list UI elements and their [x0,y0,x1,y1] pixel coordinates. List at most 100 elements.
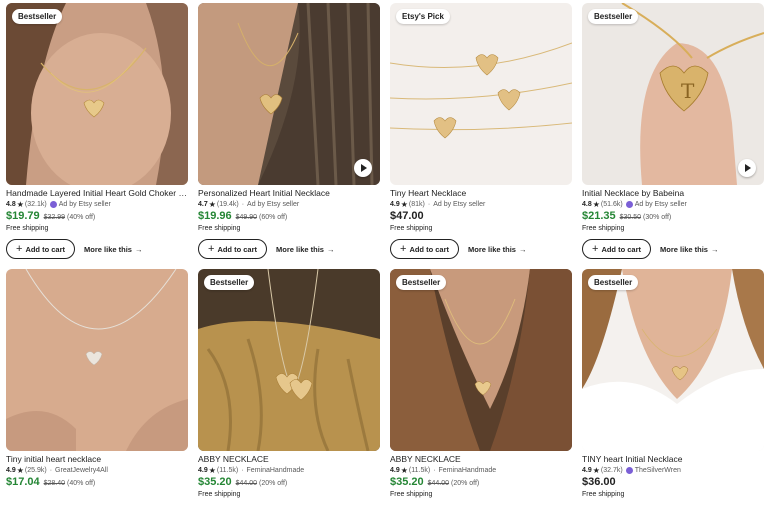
separator: · [241,467,244,474]
more-like-this-link[interactable]: More like this → [84,245,142,254]
sale-price: $17.04 [6,476,40,488]
add-to-cart-label: Add to cart [409,244,450,254]
review-count: (11.5k) [216,467,239,474]
arrow-right-icon: → [518,244,527,254]
rating-value: 4.9 [198,467,208,474]
etsys-pick-badge: Etsy's Pick [396,9,450,24]
product-title[interactable]: Tiny initial heart necklace [6,454,188,465]
rating-row: 4.9 ★ (11.5k) · FeminaHandmade [390,465,572,476]
rating-row: 4.9 ★ (25.9k) · GreatJewelry4All [6,465,188,476]
product-image[interactable] [198,3,380,185]
discount: (20% off) [258,480,288,487]
discount: (30% off) [642,214,672,221]
review-count: (81k) [408,201,425,208]
rating-value: 4.9 [582,467,592,474]
bestseller-badge: Bestseller [588,275,639,290]
play-video-icon[interactable] [738,159,756,177]
review-count: (51.6k) [600,201,623,208]
separator: · [49,467,53,474]
product-card[interactable]: Bestseller Handmade Layered Initial Hear… [6,3,188,265]
add-to-cart-label: Add to cart [217,244,258,254]
original-price: $49.90 [235,214,258,221]
card-actions: + Add to cart More like this → [582,239,764,259]
price-row: $17.04 $28.40 (40% off) [6,476,188,490]
sale-price: $35.20 [390,476,424,488]
product-card[interactable]: Bestseller TINY heart Initial Necklace 4… [582,269,764,509]
arrow-right-icon: → [710,244,719,254]
star-icon: ★ [16,466,24,475]
seller-label: Ad by Etsy seller [247,201,300,208]
star-icon: ★ [400,466,408,475]
product-card[interactable]: T Bestseller Initial Necklace by Babeina… [582,3,764,265]
shipping-label: Free shipping [390,491,433,498]
rating-value: 4.8 [582,201,592,208]
star-icon: ★ [208,466,216,475]
more-like-this-link[interactable]: More like this → [468,245,526,254]
product-title[interactable]: Personalized Heart Initial Necklace [198,188,380,199]
star-icon: ★ [592,200,600,209]
shop-name[interactable]: GreatJewelry4All [55,465,108,476]
shipping-label: Free shipping [582,225,625,232]
product-title[interactable]: Handmade Layered Initial Heart Gold Chok… [6,188,188,199]
product-card[interactable]: Personalized Heart Initial Necklace 4.7 … [198,3,380,265]
sale-price: $35.20 [198,476,232,488]
product-title[interactable]: TINY heart Initial Necklace [582,454,764,465]
original-price: $30.50 [619,214,642,221]
price-row: $36.00 [582,476,764,490]
plus-icon: + [208,243,215,255]
product-card[interactable]: Bestseller ABBY NECKLACE 4.9 ★ (11.5k) ·… [390,269,572,509]
more-like-this-label: More like this [276,244,324,254]
review-count: (19.4k) [216,201,239,208]
shop-name[interactable]: TheSilverWren [635,465,681,476]
add-to-cart-button[interactable]: + Add to cart [198,239,268,259]
bestseller-badge: Bestseller [396,275,447,290]
review-count: (32.7k) [600,467,623,474]
price: $36.00 [582,476,616,488]
discount: (20% off) [450,480,480,487]
svg-text:T: T [681,79,695,103]
product-card[interactable]: Tiny initial heart necklace 4.9 ★ (25.9k… [6,269,188,509]
arrow-right-icon: → [134,244,143,254]
product-card[interactable]: Etsy's Pick Tiny Heart Necklace 4.9 ★ (8… [390,3,572,265]
more-like-this-link[interactable]: More like this → [276,245,334,254]
product-image[interactable] [6,3,188,185]
shipping-label: Free shipping [6,225,49,232]
add-to-cart-button[interactable]: + Add to cart [390,239,460,259]
add-to-cart-button[interactable]: + Add to cart [6,239,76,259]
plus-icon: + [592,243,599,255]
ad-icon: · [427,201,431,208]
price-row: $35.20 $44.00 (20% off) [198,476,380,490]
card-actions: + Add to cart More like this → [198,239,380,259]
add-to-cart-button[interactable]: + Add to cart [582,239,652,259]
product-title[interactable]: Initial Necklace by Babeina [582,188,764,199]
product-title[interactable]: Tiny Heart Necklace [390,188,572,199]
card-actions: + Add to cart More like this → [390,239,572,259]
more-like-this-label: More like this [468,244,516,254]
seller-label: Ad by Etsy seller [58,201,111,208]
plus-icon: + [400,243,407,255]
product-image[interactable] [390,269,572,451]
discount: (60% off) [258,214,288,221]
product-card[interactable]: Bestseller ABBY NECKLACE 4.9 ★ (11.5k) ·… [198,269,380,509]
rating-row: 4.9 ★ (11.5k) · FeminaHandmade [198,465,380,476]
star-seller-icon [49,201,57,208]
shop-name[interactable]: FeminaHandmade [439,465,497,476]
product-title[interactable]: ABBY NECKLACE [198,454,380,465]
bestseller-badge: Bestseller [588,9,639,24]
shop-name[interactable]: FeminaHandmade [247,465,305,476]
star-seller-icon [625,467,633,474]
product-title[interactable]: ABBY NECKLACE [390,454,572,465]
product-image[interactable] [198,269,380,451]
product-image[interactable] [6,269,188,451]
product-image[interactable] [390,3,572,185]
original-price: $32.99 [43,214,66,221]
sale-price: $21.35 [582,210,616,222]
star-icon: ★ [16,200,24,209]
more-like-this-link[interactable]: More like this → [660,245,718,254]
product-image[interactable]: T [582,3,764,185]
seller-label: Ad by Etsy seller [433,201,486,208]
review-count: (32.1k) [24,201,47,208]
bestseller-badge: Bestseller [12,9,63,24]
product-image[interactable] [582,269,764,451]
play-video-icon[interactable] [354,159,372,177]
